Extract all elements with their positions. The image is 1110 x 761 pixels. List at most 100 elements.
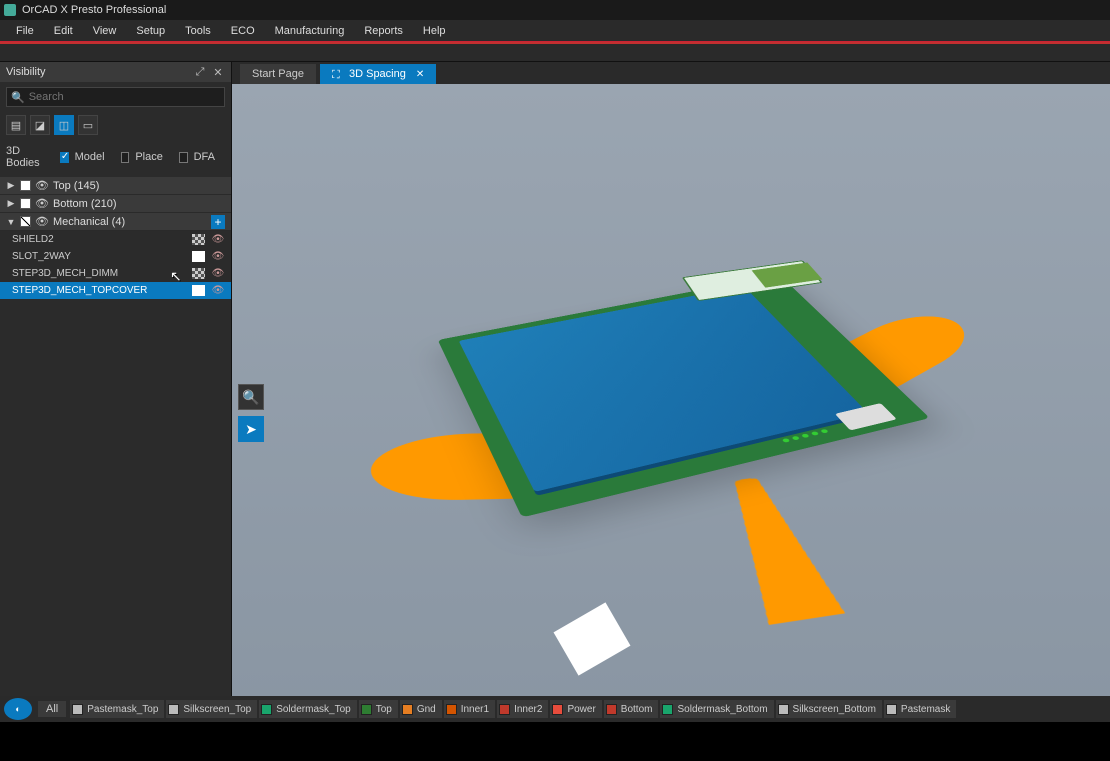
item-pattern-swatch[interactable] (192, 234, 205, 245)
layer-color-swatch (168, 704, 179, 715)
layer-color-swatch (606, 704, 617, 715)
tree-item-label: SLOT_2WAY (12, 251, 186, 262)
menu-file[interactable]: File (6, 22, 44, 40)
search-input[interactable] (29, 91, 220, 103)
eye-icon[interactable]: 👁 (35, 197, 49, 210)
menu-setup[interactable]: Setup (126, 22, 175, 40)
select-tool-button[interactable]: ➤ (238, 416, 264, 442)
tree-item-mech-topcover[interactable]: STEP3D_MECH_TOPCOVER 👁 (0, 282, 231, 299)
eye-icon[interactable]: 👁 (211, 285, 225, 296)
viewport-toolbar: 🔍 ➤ (238, 384, 264, 442)
layer-label: Silkscreen_Bottom (793, 704, 876, 715)
group-color-swatch[interactable] (20, 216, 31, 227)
filter-place-checkbox[interactable] (121, 152, 130, 163)
layer-button-pastemask[interactable]: Pastemask (884, 700, 956, 718)
layer-color-swatch (361, 704, 372, 715)
filter-model-checkbox[interactable] (60, 152, 69, 163)
menu-help[interactable]: Help (413, 22, 456, 40)
mode-display-icon[interactable]: ▭ (78, 115, 98, 135)
layer-color-swatch (446, 704, 457, 715)
filter-place-label: Place (135, 151, 163, 163)
item-pattern-swatch[interactable] (192, 251, 205, 262)
layer-button-gnd[interactable]: Gnd (400, 700, 442, 718)
undock-icon[interactable]: ⤢ (193, 65, 207, 79)
group-color-swatch[interactable] (20, 180, 31, 191)
item-pattern-swatch[interactable] (192, 285, 205, 296)
filter-row: 3D Bodies Model Place DFA (0, 141, 231, 177)
eye-icon[interactable]: 👁 (211, 251, 225, 262)
tree-item-label: STEP3D_MECH_TOPCOVER (12, 285, 186, 296)
visibility-panel-title: Visibility (6, 66, 46, 78)
tree-item-shield2[interactable]: SHIELD2 👁 (0, 231, 231, 248)
tree-item-label: STEP3D_MECH_DIMM (12, 268, 186, 279)
layer-button-bottom[interactable]: Bottom (604, 700, 659, 718)
eye-icon[interactable]: 👁 (35, 215, 49, 228)
mode-layers-icon[interactable]: ▤ (6, 115, 26, 135)
tree-item-slot2way[interactable]: SLOT_2WAY 👁 (0, 248, 231, 265)
eye-icon[interactable]: 👁 (211, 234, 225, 245)
tab-label: Start Page (252, 68, 304, 80)
layer-color-swatch (662, 704, 673, 715)
caret-right-icon[interactable]: ▶ (6, 198, 16, 209)
tab-3d-spacing[interactable]: ⛶ 3D Spacing ✕ (320, 64, 436, 84)
close-icon[interactable]: ✕ (211, 65, 225, 79)
layer-all-button[interactable]: All (38, 701, 66, 717)
menu-bar: File Edit View Setup Tools ECO Manufactu… (0, 20, 1110, 42)
search-icon: 🔍 (11, 91, 25, 104)
filter-dfa-checkbox[interactable] (179, 152, 188, 163)
layer-label: Silkscreen_Top (183, 704, 251, 715)
layer-button-inner1[interactable]: Inner1 (444, 700, 495, 718)
layer-label: Gnd (417, 704, 436, 715)
menu-edit[interactable]: Edit (44, 22, 83, 40)
search-input-wrapper[interactable]: 🔍 (6, 87, 225, 107)
caret-right-icon[interactable]: ▶ (6, 180, 16, 191)
add-mechanical-button[interactable]: + (211, 215, 225, 229)
layer-button-soldermask-bottom[interactable]: Soldermask_Bottom (660, 700, 773, 718)
tab-start-page[interactable]: Start Page (240, 64, 316, 84)
menu-manufacturing[interactable]: Manufacturing (265, 22, 355, 40)
toolbar-strip (0, 44, 1110, 62)
layer-label: Pastemask (901, 704, 950, 715)
layer-label: Soldermask_Bottom (677, 704, 767, 715)
menu-view[interactable]: View (83, 22, 127, 40)
layer-color-swatch (778, 704, 789, 715)
layer-bar: ◐ All Pastemask_Top Silkscreen_Top Solderm… (0, 696, 1110, 722)
mode-3d-icon[interactable]: ◫ (54, 115, 74, 135)
pcb-model[interactable] (438, 275, 930, 518)
visibility-panel-header: Visibility ⤢ ✕ (0, 62, 231, 82)
eye-icon[interactable]: 👁 (211, 268, 225, 279)
layer-button-soldermask-top[interactable]: Soldermask_Top (259, 700, 356, 718)
group-color-swatch[interactable] (20, 198, 31, 209)
layer-label: Inner1 (461, 704, 489, 715)
tree-group-label: Mechanical (4) (53, 216, 207, 228)
menu-tools[interactable]: Tools (175, 22, 221, 40)
menu-reports[interactable]: Reports (354, 22, 413, 40)
layer-button-top[interactable]: Top (359, 700, 398, 718)
tree-group-bottom[interactable]: ▶ 👁 Bottom (210) (0, 195, 231, 213)
layer-label: Pastemask_Top (87, 704, 158, 715)
orientation-gizmo-icon[interactable]: ◐ (4, 698, 32, 720)
item-pattern-swatch[interactable] (192, 268, 205, 279)
zoom-tool-button[interactable]: 🔍 (238, 384, 264, 410)
tree-item-mech-dimm[interactable]: STEP3D_MECH_DIMM 👁 (0, 265, 231, 282)
layer-label: Soldermask_Top (276, 704, 350, 715)
tree-group-mechanical[interactable]: ▼ 👁 Mechanical (4) + (0, 213, 231, 231)
eye-icon[interactable]: 👁 (35, 179, 49, 192)
caret-down-icon[interactable]: ▼ (6, 217, 16, 227)
layer-label: Power (567, 704, 595, 715)
layer-button-silkscreen-top[interactable]: Silkscreen_Top (166, 700, 257, 718)
tab-close-icon[interactable]: ✕ (416, 69, 424, 80)
title-bar: OrCAD X Presto Professional (0, 0, 1110, 20)
filter-3d-bodies-label: 3D Bodies (6, 145, 44, 169)
layer-button-silkscreen-bottom[interactable]: Silkscreen_Bottom (776, 700, 882, 718)
3d-viewport[interactable]: 🔍 ➤ (232, 84, 1110, 702)
app-title: OrCAD X Presto Professional (22, 4, 166, 16)
menu-eco[interactable]: ECO (221, 22, 265, 40)
layer-button-pastemask-top[interactable]: Pastemask_Top (70, 700, 164, 718)
filter-dfa-label: DFA (194, 151, 215, 163)
filter-model-label: Model (75, 151, 105, 163)
layer-button-power[interactable]: Power (550, 700, 601, 718)
layer-button-inner2[interactable]: Inner2 (497, 700, 548, 718)
tree-group-top[interactable]: ▶ 👁 Top (145) (0, 177, 231, 195)
mode-objects-icon[interactable]: ◪ (30, 115, 50, 135)
